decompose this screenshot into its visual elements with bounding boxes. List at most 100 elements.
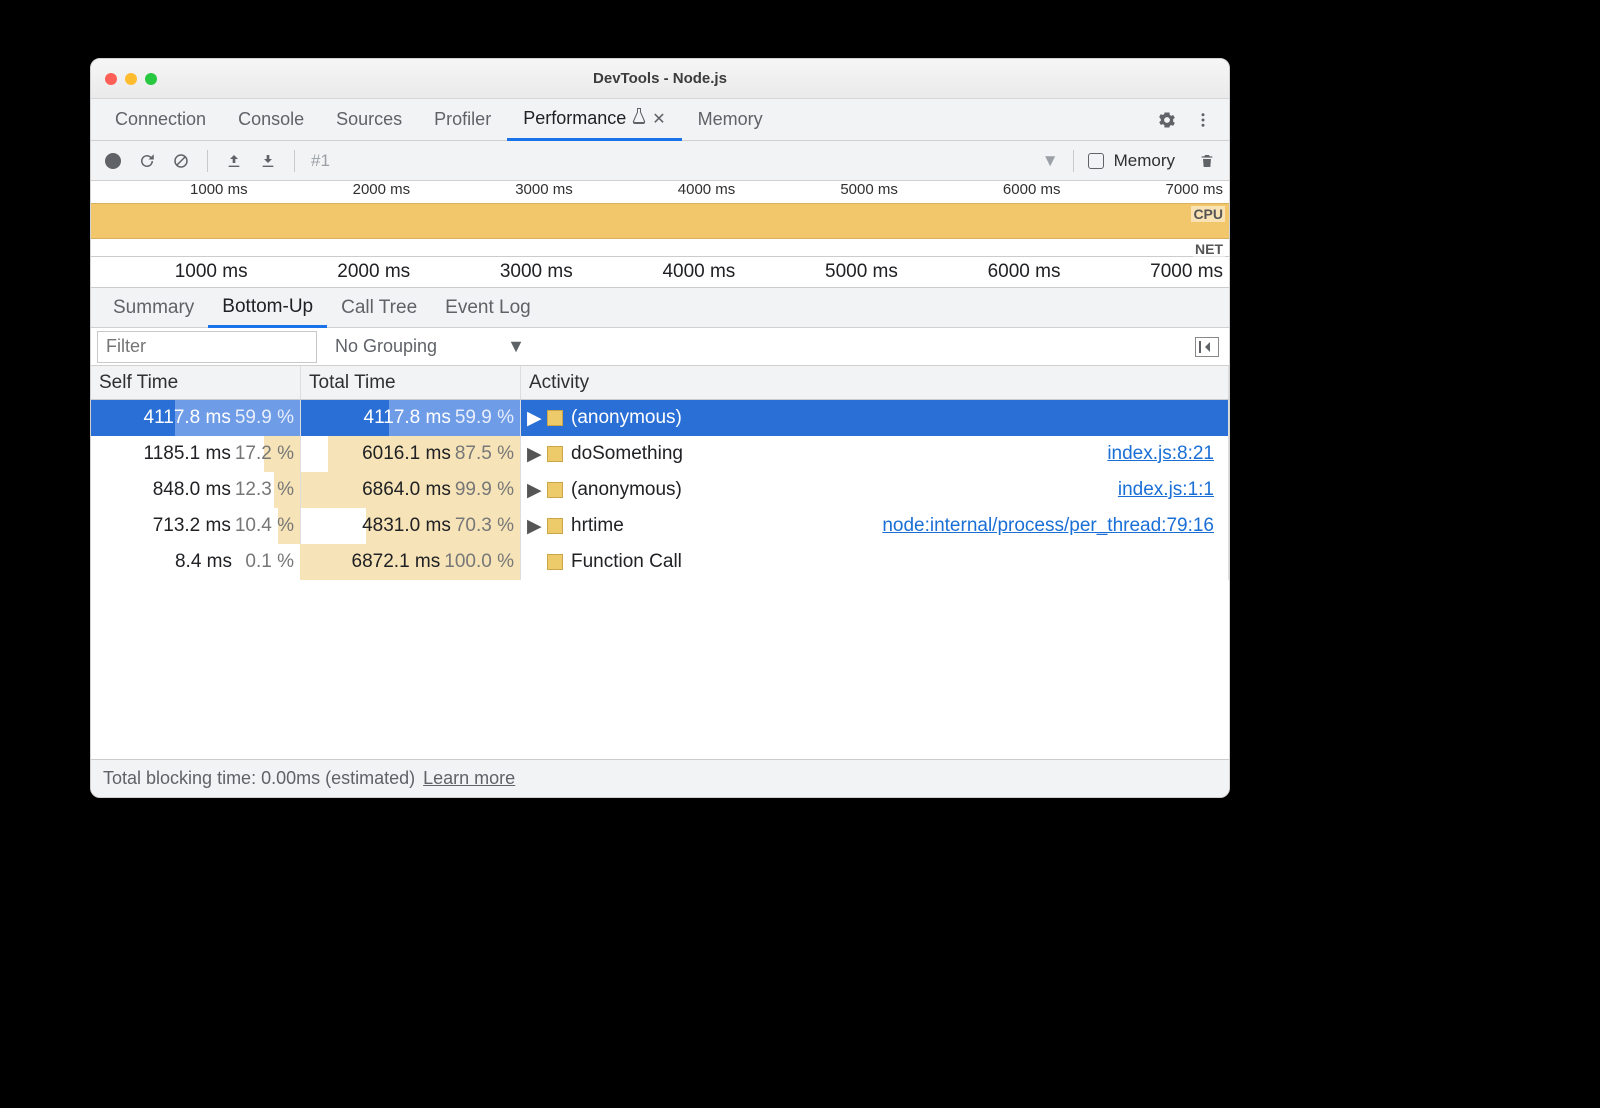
cpu-lane: CPU — [91, 203, 1229, 239]
col-activity[interactable]: Activity — [521, 366, 1229, 399]
disclosure-triangle-icon[interactable]: ▶ — [527, 407, 539, 430]
time-ms: 4831.0 ms — [362, 515, 451, 537]
source-link[interactable]: index.js:1:1 — [1118, 479, 1228, 501]
blocking-time-label: Total blocking time: 0.00ms (estimated) — [103, 768, 415, 789]
category-swatch-icon — [547, 518, 563, 534]
time-pct: 17.2 % — [235, 443, 294, 465]
table-row[interactable]: 4117.8 ms59.9 % 4117.8 ms59.9 % ▶ (anony… — [91, 400, 1229, 436]
time-pct: 10.4 % — [235, 515, 294, 537]
window-title: DevTools - Node.js — [91, 70, 1229, 87]
record-button[interactable] — [101, 153, 125, 169]
tab-sources[interactable]: Sources — [320, 99, 418, 140]
tab-performance[interactable]: Performance ✕ — [507, 100, 681, 141]
bottom-up-table: Self Time Total Time Activity 4117.8 ms5… — [91, 366, 1229, 759]
time-ms: 6864.0 ms — [362, 479, 451, 501]
close-icon[interactable]: ✕ — [652, 109, 665, 129]
category-swatch-icon — [547, 482, 563, 498]
time-ms: 848.0 ms — [153, 479, 231, 501]
learn-more-link[interactable]: Learn more — [423, 768, 515, 789]
net-lane: NET — [91, 239, 1229, 257]
source-link[interactable]: node:internal/process/per_thread:79:16 — [882, 515, 1228, 537]
time-ms: 713.2 ms — [153, 515, 231, 537]
cpu-lane-label: CPU — [1191, 206, 1225, 222]
clear-button[interactable] — [169, 152, 193, 170]
traffic-lights — [105, 73, 157, 85]
table-row[interactable]: 713.2 ms10.4 % 4831.0 ms70.3 % ▶ hrtime … — [91, 508, 1229, 544]
save-profile-button[interactable] — [256, 153, 280, 169]
subtab-call-tree[interactable]: Call Tree — [327, 288, 431, 327]
memory-checkbox[interactable] — [1088, 153, 1104, 169]
titlebar: DevTools - Node.js — [91, 59, 1229, 99]
window-maximize-button[interactable] — [145, 73, 157, 85]
source-link[interactable]: index.js:8:21 — [1107, 443, 1228, 465]
download-icon — [260, 153, 276, 169]
filter-bar: No Grouping ▼ — [91, 328, 1229, 366]
time-ms: 4117.8 ms — [144, 407, 231, 429]
subtab-event-log[interactable]: Event Log — [431, 288, 545, 327]
subtab-bottom-up[interactable]: Bottom-Up — [208, 289, 327, 328]
trash-icon — [1199, 152, 1215, 170]
panel-tabs: Connection Console Sources Profiler Perf… — [91, 99, 1229, 141]
disclosure-triangle-icon[interactable]: ▶ — [527, 443, 539, 466]
activity-name: (anonymous) — [571, 479, 682, 501]
tab-memory[interactable]: Memory — [682, 99, 779, 140]
overview-pane[interactable]: 1000 ms 2000 ms 3000 ms 4000 ms 5000 ms … — [91, 181, 1229, 288]
time-pct: 99.9 % — [455, 479, 514, 501]
disclosure-triangle-icon[interactable]: ▶ — [527, 515, 539, 538]
chevron-down-icon[interactable]: ▼ — [1042, 151, 1059, 171]
tab-console[interactable]: Console — [222, 99, 320, 140]
net-lane-label: NET — [1193, 241, 1225, 257]
reload-button[interactable] — [135, 152, 159, 170]
time-pct: 59.9 % — [235, 407, 294, 429]
activity-name: doSomething — [571, 443, 683, 465]
time-pct: 0.1 % — [236, 551, 294, 573]
devtools-window: DevTools - Node.js Connection Console So… — [90, 58, 1230, 798]
grouping-label: No Grouping — [335, 336, 437, 357]
no-entry-icon — [172, 152, 190, 170]
table-row[interactable]: 8.4 ms0.1 % 6872.1 ms100.0 % Function Ca… — [91, 544, 1229, 580]
table-header: Self Time Total Time Activity — [91, 366, 1229, 400]
time-pct: 12.3 % — [235, 479, 294, 501]
time-pct: 87.5 % — [455, 443, 514, 465]
grouping-select[interactable]: No Grouping ▼ — [335, 336, 525, 357]
toggle-sidebar-button[interactable] — [1195, 337, 1219, 357]
more-button[interactable] — [1185, 111, 1221, 129]
disclosure-triangle-icon[interactable]: ▶ — [527, 479, 539, 502]
status-footer: Total blocking time: 0.00ms (estimated) … — [91, 759, 1229, 797]
time-ms: 1185.1 ms — [144, 443, 231, 465]
category-swatch-icon — [547, 446, 563, 462]
filter-input[interactable] — [97, 331, 317, 363]
time-pct: 100.0 % — [444, 551, 514, 573]
chevron-down-icon: ▼ — [507, 336, 525, 357]
load-profile-button[interactable] — [222, 153, 246, 169]
table-body: 4117.8 ms59.9 % 4117.8 ms59.9 % ▶ (anony… — [91, 400, 1229, 759]
tab-profiler[interactable]: Profiler — [418, 99, 507, 140]
tab-connection[interactable]: Connection — [99, 99, 222, 140]
window-minimize-button[interactable] — [125, 73, 137, 85]
session-name-input[interactable] — [309, 150, 479, 172]
category-swatch-icon — [547, 410, 563, 426]
details-tabs: Summary Bottom-Up Call Tree Event Log — [91, 288, 1229, 328]
collect-garbage-button[interactable] — [1195, 152, 1219, 170]
table-row[interactable]: 1185.1 ms17.2 % 6016.1 ms87.5 % ▶ doSome… — [91, 436, 1229, 472]
gear-icon — [1157, 110, 1177, 130]
activity-name: hrtime — [571, 515, 624, 537]
category-swatch-icon — [547, 554, 563, 570]
kebab-icon — [1194, 111, 1212, 129]
table-row[interactable]: 848.0 ms12.3 % 6864.0 ms99.9 % ▶ (anonym… — [91, 472, 1229, 508]
settings-button[interactable] — [1149, 110, 1185, 130]
time-ms: 6872.1 ms — [352, 551, 441, 573]
activity-name: Function Call — [571, 551, 682, 573]
flask-icon — [632, 108, 646, 129]
col-self-time[interactable]: Self Time — [91, 366, 301, 399]
record-icon — [105, 153, 121, 169]
col-total-time[interactable]: Total Time — [301, 366, 521, 399]
window-close-button[interactable] — [105, 73, 117, 85]
upload-icon — [226, 153, 242, 169]
time-pct: 70.3 % — [455, 515, 514, 537]
time-pct: 59.9 % — [455, 407, 514, 429]
reload-icon — [138, 152, 156, 170]
subtab-summary[interactable]: Summary — [99, 288, 208, 327]
timeline-ruler[interactable]: 1000 ms 2000 ms 3000 ms 4000 ms 5000 ms … — [91, 257, 1229, 287]
time-ms: 6016.1 ms — [362, 443, 451, 465]
